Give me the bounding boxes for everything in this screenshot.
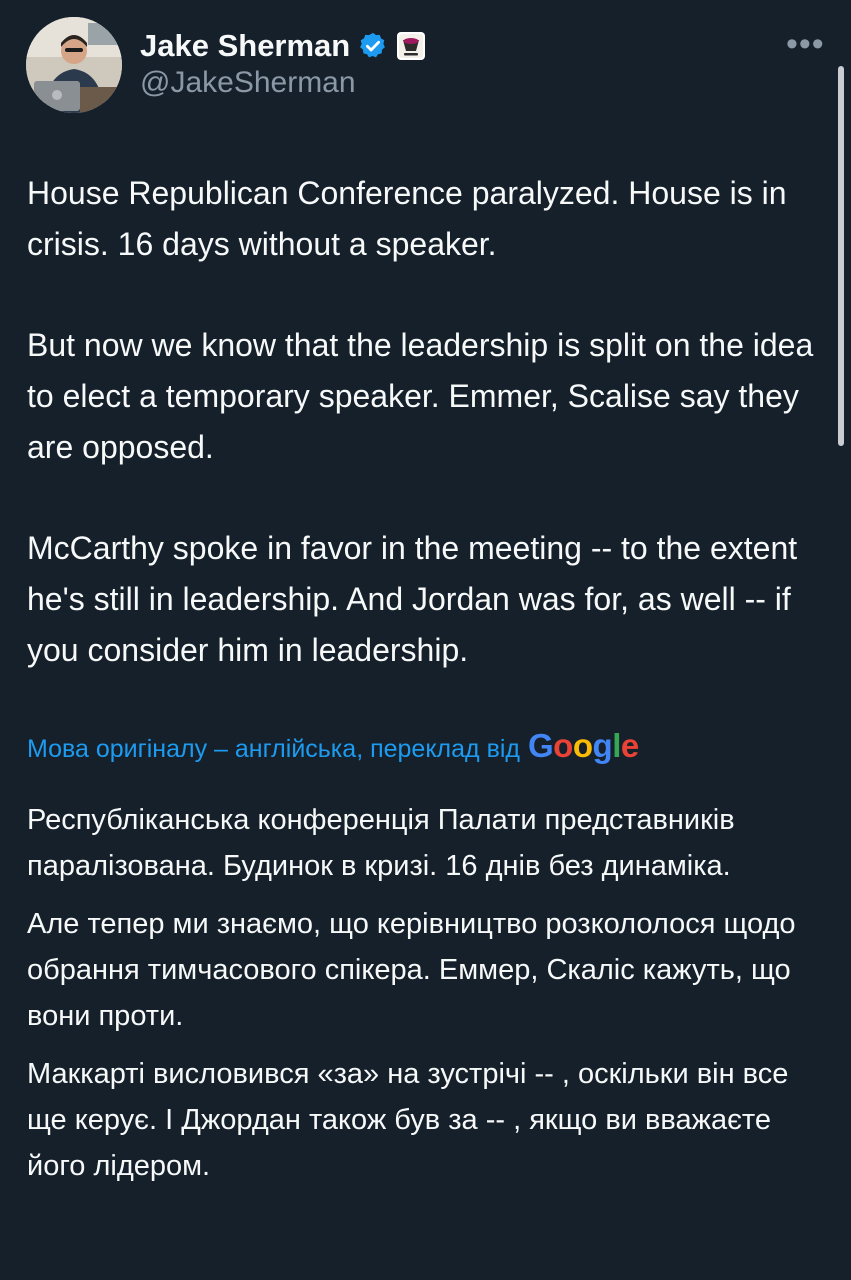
scrollbar[interactable] <box>838 66 844 446</box>
translation-attribution[interactable]: Мова оригіналу – англійська, переклад ві… <box>27 726 640 773</box>
translated-text: Республіканська конференція Палати предс… <box>27 797 827 1201</box>
tweet-text: House Republican Conference paralyzed. H… <box>27 168 827 726</box>
translated-paragraph: Республіканська конференція Палати предс… <box>27 804 735 882</box>
verified-badge-icon <box>358 31 388 61</box>
translated-paragraph: Але тепер ми знаємо, що керівництво розк… <box>27 908 796 1032</box>
more-options-icon[interactable]: ••• <box>786 24 825 64</box>
google-logo-icon: Google <box>528 726 640 773</box>
translation-note[interactable]: Мова оригіналу – англійська, переклад ві… <box>27 735 520 764</box>
tweet-paragraph: McCarthy spoke in favor in the meeting -… <box>27 530 798 668</box>
affiliation-badge-icon[interactable] <box>396 31 426 61</box>
translated-paragraph: Маккарті висловився «за» на зустрічі -- … <box>27 1058 789 1182</box>
svg-text:Google: Google <box>528 727 639 764</box>
avatar[interactable] <box>26 17 122 113</box>
author-name[interactable]: Jake Sherman <box>140 28 350 64</box>
author-handle[interactable]: @JakeSherman <box>140 66 356 100</box>
tweet-paragraph: But now we know that the leadership is s… <box>27 327 814 465</box>
tweet-paragraph: House Republican Conference paralyzed. H… <box>27 175 787 262</box>
